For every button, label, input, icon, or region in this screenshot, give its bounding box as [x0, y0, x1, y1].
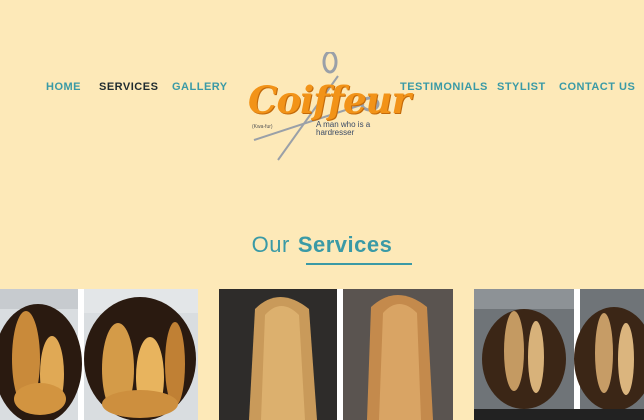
service-photo-highlights[interactable]	[474, 289, 644, 420]
logo-name: Coiffeur	[248, 78, 411, 122]
heading-underline	[306, 263, 412, 265]
nav-testimonials[interactable]: TESTIMONIALS	[400, 81, 488, 93]
nav-home[interactable]: HOME	[46, 81, 81, 93]
site-logo[interactable]: Coiffeur (Kwa-fur) A man who is a hardre…	[246, 52, 411, 164]
nav-services[interactable]: SERVICES	[99, 81, 158, 93]
nav-gallery[interactable]: GALLERY	[172, 81, 228, 93]
logo-tagline: A man who is a hardresser	[316, 120, 371, 137]
services-heading-prefix: Our	[251, 232, 290, 257]
service-photo-balayage[interactable]	[0, 289, 198, 420]
nav-contact[interactable]: CONTACT US	[559, 81, 635, 93]
services-heading-main: Services	[297, 232, 393, 257]
nav-stylist[interactable]: STYLIST	[497, 81, 546, 93]
services-heading: Our Services	[0, 232, 644, 258]
logo-pronunciation: (Kwa-fur)	[252, 124, 273, 130]
service-photo-straightening[interactable]	[219, 289, 453, 420]
